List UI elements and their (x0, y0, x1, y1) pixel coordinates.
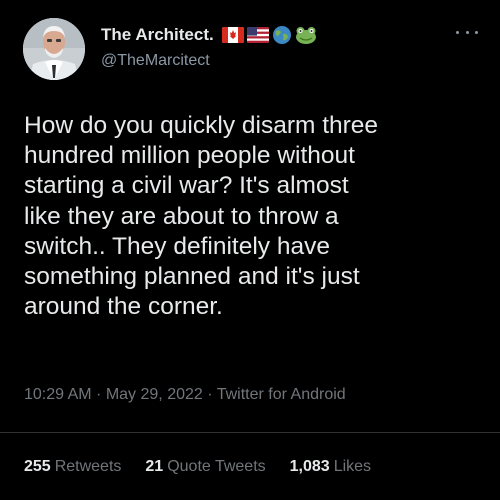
more-dot-icon (465, 30, 469, 34)
canada-flag-icon (221, 27, 244, 43)
quote-tweets-stat[interactable]: 21 Quote Tweets (145, 458, 265, 476)
usa-flag-icon (246, 27, 269, 43)
more-dot-icon (475, 30, 478, 34)
tweet-metadata: 10:29 AM · May 29, 2022 · Twitter for An… (24, 386, 346, 404)
meta-separator: · (202, 386, 217, 403)
tweet-text: How do you quickly disarm three hundred … (24, 111, 484, 322)
tweet-text-line: switch.. They definitely have (24, 232, 330, 260)
tweet-card: The Architect. @TheMarcitect How do you … (0, 0, 500, 500)
avatar[interactable] (23, 18, 85, 80)
name-row: The Architect. (101, 22, 318, 48)
more-options-button[interactable] (456, 24, 478, 40)
tweet-time[interactable]: 10:29 AM (24, 386, 92, 403)
engagement-stats: 255 Retweets 21 Quote Tweets 1,083 Likes (24, 458, 395, 476)
tweet-text-line: starting a civil war? It's almost (24, 172, 349, 200)
tweet-text-line: hundred million people without (24, 142, 355, 170)
tweet-text-line: How do you quickly disarm three (24, 112, 379, 139)
tweet-text-line: around the corner. (24, 293, 223, 321)
retweets-stat[interactable]: 255 Retweets (24, 458, 121, 476)
frog-icon (295, 25, 316, 45)
user-header: The Architect. @TheMarcitect (101, 22, 318, 70)
likes-stat[interactable]: 1,083 Likes (290, 458, 371, 476)
divider (0, 432, 500, 433)
avatar-portrait-icon (23, 18, 85, 80)
retweets-label: Retweets (54, 458, 122, 475)
tweet-text-line: like they are about to throw a (24, 202, 339, 230)
more-dot-icon (456, 30, 459, 34)
meta-separator: · (91, 386, 106, 403)
likes-count: 1,083 (289, 458, 330, 475)
tweet-text-line: something planned and it's just (24, 263, 360, 291)
likes-label: Likes (333, 458, 372, 475)
globe-icon (272, 25, 292, 45)
quote-tweets-label: Quote Tweets (167, 458, 266, 475)
user-handle[interactable]: @TheMarcitect (101, 52, 318, 70)
tweet-date[interactable]: May 29, 2022 (106, 386, 203, 403)
display-name[interactable]: The Architect. (101, 25, 214, 45)
quote-tweets-count: 21 (145, 458, 164, 475)
retweets-count: 255 (24, 458, 51, 475)
tweet-source[interactable]: Twitter for Android (217, 386, 346, 403)
